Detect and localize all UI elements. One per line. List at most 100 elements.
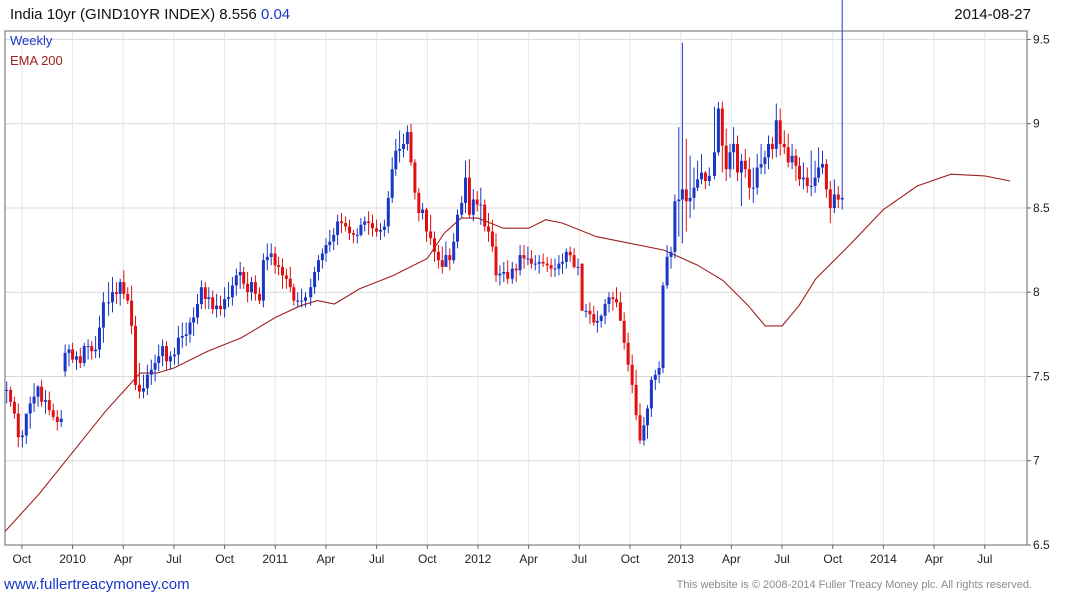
x-tick-label: Apr <box>925 552 944 566</box>
x-tick-label: Oct <box>621 552 640 566</box>
candle-body <box>227 297 230 299</box>
candle-body <box>592 314 596 323</box>
site-link[interactable]: www.fullertreacymoney.com <box>4 576 190 593</box>
candle-body <box>417 192 421 213</box>
x-tick-label: Oct <box>215 552 234 566</box>
y-tick-label: 9.5 <box>1033 32 1050 46</box>
candle-body <box>394 150 398 170</box>
candle-body <box>805 177 809 186</box>
x-tick-label: Jul <box>774 552 789 566</box>
candle-body <box>269 253 273 257</box>
candle <box>82 342 86 367</box>
candle-body <box>161 346 165 357</box>
x-tick-label: Apr <box>722 552 741 566</box>
candle-body <box>747 169 751 188</box>
candle-body <box>638 415 642 441</box>
y-tick-label: 7 <box>1033 454 1040 468</box>
candle-body <box>692 187 696 198</box>
candle-body <box>203 287 207 299</box>
candle-body <box>487 226 490 232</box>
candle-body <box>137 384 141 392</box>
candle-body <box>238 272 242 276</box>
candle-body <box>537 261 541 264</box>
y-axis: 6.5 7 7.5 8 8.5 9 9.5 <box>1027 32 1050 552</box>
candle-body <box>413 162 417 193</box>
candle-body <box>782 143 786 148</box>
candle-body <box>595 320 599 323</box>
candle-body <box>32 396 36 404</box>
candle-body <box>514 268 518 271</box>
candle-body <box>732 143 736 153</box>
candle-body <box>134 325 137 385</box>
y-tick-label: 8.5 <box>1033 201 1050 215</box>
x-tick-label: Jul <box>572 552 587 566</box>
candle-body <box>153 363 157 370</box>
candle-body <box>677 199 681 202</box>
candle <box>580 263 584 311</box>
candle-body <box>665 256 669 286</box>
candle-body <box>9 390 13 402</box>
candle-body <box>253 282 257 294</box>
x-tick-label: 2011 <box>262 552 288 566</box>
candle-body <box>59 418 63 422</box>
candle-body <box>622 320 626 343</box>
candle-body <box>828 189 832 208</box>
candlestick-chart: 6.5 7 7.5 8 8.5 9 9.5 Oct 2010 Apr Jul Oct 2011 Apr J… <box>4 0 1050 566</box>
candle-body <box>767 143 770 158</box>
candle-body <box>475 199 479 205</box>
candle-body <box>149 369 153 375</box>
candle-body <box>363 221 367 225</box>
candle-body <box>653 374 657 380</box>
candle-body <box>533 263 537 265</box>
candle-body <box>436 251 440 261</box>
candle <box>261 253 265 308</box>
candle-body <box>122 282 126 294</box>
x-tick-label: Apr <box>519 552 538 566</box>
candle-body <box>568 251 572 256</box>
candle-body <box>743 160 747 170</box>
candle-body <box>561 261 564 264</box>
candle-body <box>448 255 452 261</box>
candle-body <box>646 408 649 426</box>
candle-body <box>98 327 101 350</box>
candle-body <box>261 260 265 301</box>
candle-body <box>736 143 739 173</box>
candle-body <box>118 282 122 294</box>
candle-body <box>770 143 774 149</box>
x-tick-label: Apr <box>317 552 336 566</box>
candle-body <box>351 233 355 235</box>
candle-body <box>188 322 192 335</box>
candle-body <box>219 305 222 310</box>
candle-body <box>107 302 111 304</box>
candle-body <box>207 297 211 299</box>
candle-body <box>498 273 502 276</box>
candle-body <box>82 346 86 363</box>
candle-body <box>398 149 402 151</box>
x-tick-label: Apr <box>114 552 133 566</box>
candle-body <box>471 199 475 215</box>
candle-body <box>359 224 363 235</box>
candle-body <box>24 413 28 436</box>
candle-body <box>557 263 561 269</box>
candle-body <box>348 226 351 234</box>
candle-body <box>541 261 545 264</box>
candle-body <box>680 189 684 200</box>
candle-body <box>258 293 261 301</box>
candle-body <box>78 356 82 363</box>
x-tick-label: Jul <box>977 552 992 566</box>
y-tick-label: 9 <box>1033 117 1040 131</box>
candle-body <box>522 255 526 259</box>
candle-body <box>483 204 487 227</box>
candle-body <box>669 251 673 257</box>
candle-body <box>101 302 105 328</box>
candle-body <box>165 346 168 362</box>
candle-body <box>67 349 71 353</box>
candle-body <box>649 379 653 409</box>
candle-body <box>157 356 161 363</box>
x-axis: Oct 2010 Apr Jul Oct 2011 Apr Jul Oct 2012 Apr Jul O… <box>13 545 992 566</box>
candle-body <box>809 186 813 187</box>
candle-body <box>180 336 184 338</box>
candle-body <box>553 268 557 270</box>
x-tick-label: Oct <box>823 552 842 566</box>
y-tick-label: 7.5 <box>1033 369 1050 383</box>
